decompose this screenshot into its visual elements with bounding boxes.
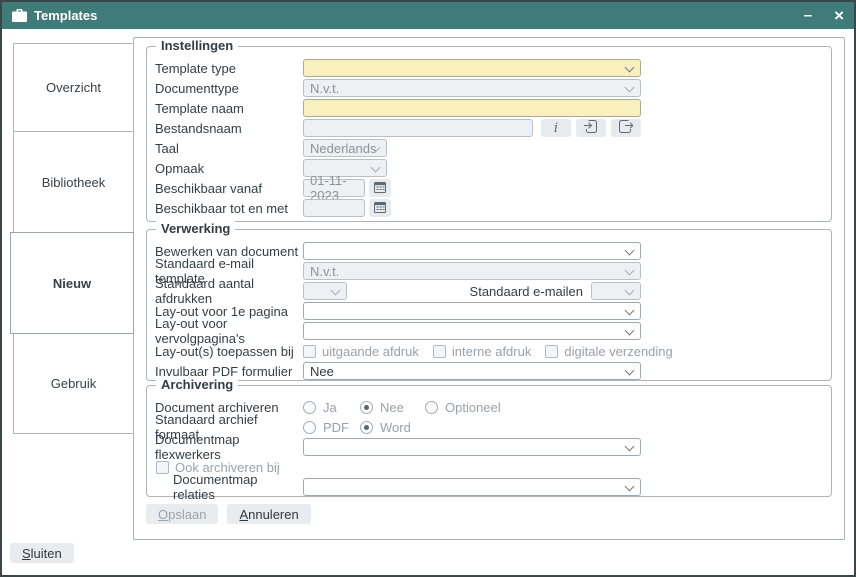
- cancel-button[interactable]: Annuleren: [227, 504, 310, 524]
- flexwerkers-select[interactable]: [303, 438, 641, 456]
- beschikbaar-vanaf-input: 01-11-2023: [303, 179, 365, 197]
- beschikbaar-vanaf-label: Beschikbaar vanaf: [155, 181, 303, 196]
- briefcase-icon: [12, 9, 27, 22]
- template-type-select[interactable]: [303, 59, 641, 77]
- radio-pdf: [303, 421, 316, 434]
- layout-eerste-select[interactable]: [303, 302, 641, 320]
- template-naam-label: Template naam: [155, 101, 303, 116]
- save-button: Opslaan: [146, 504, 218, 524]
- import-file-button[interactable]: [576, 119, 606, 137]
- info-button[interactable]: i: [541, 119, 571, 137]
- layout-toepassen-label: Lay-out(s) toepassen bij: [155, 344, 303, 359]
- group-verwerking: Verwerking Bewerken van document Standaa…: [146, 229, 832, 381]
- minimize-button[interactable]: –: [804, 7, 812, 24]
- layout-vervolg-select[interactable]: [303, 322, 641, 340]
- bestandsnaam-label: Bestandsnaam: [155, 121, 303, 136]
- documenttype-label: Documenttype: [155, 81, 303, 96]
- calendar-icon: [374, 201, 386, 216]
- file-export-icon: [619, 120, 633, 136]
- calendar-icon: [374, 181, 386, 196]
- checkbox-uitgaande-afdruk: [303, 345, 316, 358]
- tab-nieuw[interactable]: Nieuw: [10, 232, 134, 334]
- aantal-afdrukken-label: Standaard aantal afdrukken: [155, 276, 303, 306]
- radio-word-label: Word: [380, 420, 411, 435]
- file-import-icon: [584, 120, 598, 136]
- tab-nieuw-label: Nieuw: [53, 276, 91, 291]
- flexwerkers-label: Documentmap flexwerkers: [155, 432, 303, 462]
- panel-footer: Opslaan Annuleren: [146, 504, 311, 524]
- tab-gebruik-label: Gebruik: [51, 376, 97, 391]
- group-archivering: Archivering Document archiveren Ja Nee O…: [146, 385, 832, 497]
- documenttype-value: N.v.t.: [310, 81, 339, 96]
- tab-overzicht[interactable]: Overzicht: [13, 43, 134, 132]
- verwerking-legend: Verwerking: [156, 221, 235, 236]
- checkbox-digitale-verzending: [545, 345, 558, 358]
- sluiten-button[interactable]: Sluiten: [10, 543, 74, 563]
- layout-vervolg-label: Lay-out voor vervolgpagina's: [155, 316, 303, 346]
- emailen-label: Standaard e-mailen: [470, 284, 583, 299]
- window-title: Templates: [34, 8, 97, 23]
- instellingen-legend: Instellingen: [156, 38, 238, 53]
- checkbox-interne-afdruk-label: interne afdruk: [452, 344, 532, 359]
- beschikbaar-vanaf-calendar-button[interactable]: [369, 179, 391, 197]
- aantal-afdrukken-select: [303, 282, 347, 300]
- opmaak-label: Opmaak: [155, 161, 303, 176]
- beschikbaar-tot-calendar-button[interactable]: [369, 199, 391, 217]
- taal-select: Nederlands: [303, 139, 387, 157]
- radio-word: [360, 421, 373, 434]
- checkbox-interne-afdruk: [433, 345, 446, 358]
- emailen-select: [591, 282, 641, 300]
- email-template-value: N.v.t.: [310, 264, 339, 279]
- radio-pdf-label: PDF: [323, 420, 349, 435]
- beschikbaar-tot-input: [303, 199, 365, 217]
- relaties-label: Documentmap relaties: [155, 472, 303, 502]
- bewerken-select[interactable]: [303, 242, 641, 260]
- beschikbaar-tot-label: Beschikbaar tot en met: [155, 201, 303, 216]
- content-panel: Instellingen Template type Documenttype …: [133, 37, 845, 540]
- radio-optioneel: [425, 401, 438, 414]
- export-file-button[interactable]: [611, 119, 641, 137]
- titlebar: Templates – ×: [2, 2, 854, 29]
- tab-gebruik[interactable]: Gebruik: [13, 333, 134, 434]
- archivering-legend: Archivering: [156, 377, 238, 392]
- tab-bibliotheek[interactable]: Bibliotheek: [13, 131, 134, 233]
- invulbaar-select[interactable]: Nee: [303, 362, 641, 380]
- invulbaar-value: Nee: [310, 364, 334, 379]
- radio-nee-label: Nee: [380, 400, 404, 415]
- taal-value: Nederlands: [310, 141, 377, 156]
- template-type-label: Template type: [155, 61, 303, 76]
- radio-ja: [303, 401, 316, 414]
- close-icon[interactable]: ×: [834, 7, 844, 24]
- documenttype-select: N.v.t.: [303, 79, 641, 97]
- taal-label: Taal: [155, 141, 303, 156]
- group-instellingen: Instellingen Template type Documenttype …: [146, 46, 832, 222]
- radio-ja-label: Ja: [323, 400, 337, 415]
- template-naam-input[interactable]: [303, 99, 641, 117]
- radio-nee: [360, 401, 373, 414]
- checkbox-digitale-verzending-label: digitale verzending: [564, 344, 672, 359]
- info-icon: i: [554, 121, 558, 136]
- bestandsnaam-input: [303, 119, 533, 137]
- tab-overzicht-label: Overzicht: [46, 80, 101, 95]
- relaties-select[interactable]: [303, 478, 641, 496]
- tab-bibliotheek-label: Bibliotheek: [42, 175, 106, 190]
- radio-optioneel-label: Optioneel: [445, 400, 501, 415]
- checkbox-uitgaande-afdruk-label: uitgaande afdruk: [322, 344, 419, 359]
- templates-dialog: Templates – × Overzicht Bibliotheek Nieu…: [0, 0, 856, 577]
- email-template-select: N.v.t.: [303, 262, 641, 280]
